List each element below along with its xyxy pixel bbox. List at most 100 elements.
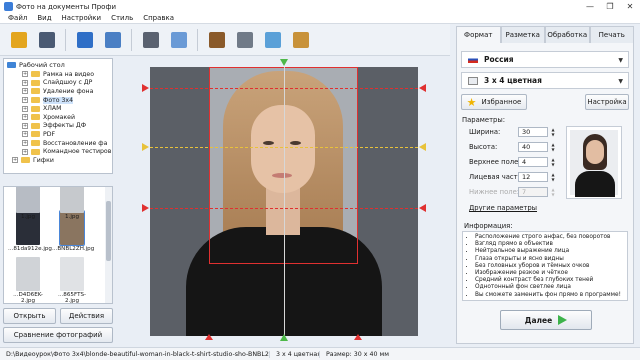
tools-button[interactable] (260, 27, 285, 52)
tree-item[interactable]: + Эффекты ДФ (4, 122, 112, 131)
compare-button[interactable]: Сравнение фотографий (3, 327, 113, 343)
tab-markup[interactable]: Разметка (500, 26, 545, 43)
settings-button[interactable]: Настройка (585, 94, 629, 110)
spinner-arrows-icon[interactable]: ▲ ▼ (550, 172, 556, 182)
print-button[interactable] (72, 27, 97, 52)
tree-root-label: Рабочий стол (19, 60, 65, 69)
expand-icon[interactable]: + (12, 157, 18, 164)
frame-arrow-right[interactable] (354, 334, 362, 340)
tree-item-label: Восстановление фа (43, 139, 108, 147)
expand-icon[interactable]: + (22, 79, 28, 86)
tree-item[interactable]: + Гифки (4, 156, 112, 165)
thumbnail-scrollbar[interactable] (105, 187, 112, 303)
image-edit-button[interactable] (166, 27, 191, 52)
tree-item[interactable]: + Слайдшоу с ДР (4, 79, 112, 88)
chin-guide-line[interactable] (150, 208, 418, 209)
tree-item[interactable]: + Фото 3х4 (4, 96, 112, 105)
actions-button[interactable]: Действия (60, 308, 113, 324)
tree-item[interactable]: + ХЛАМ (4, 104, 112, 113)
camera-icon (142, 31, 159, 48)
chin-guide-arrow-left[interactable] (142, 204, 149, 212)
format-select[interactable]: 3 x 4 цветная ▼ (461, 72, 629, 89)
expand-icon[interactable]: + (22, 140, 28, 147)
film-button[interactable] (232, 27, 257, 52)
folder-icon (31, 97, 40, 104)
folder-tree[interactable]: Рабочий стол + Рамка на видео + Слайдшоу с … (3, 58, 113, 174)
spinner-arrows-icon[interactable]: ▲ ▼ (550, 142, 556, 152)
eye-guide-arrow-left[interactable] (142, 143, 149, 151)
top-guide-arrow-right[interactable] (419, 84, 426, 92)
menu-help[interactable]: Справка (138, 14, 179, 22)
folder-icon (31, 88, 40, 95)
expand-icon[interactable]: + (22, 122, 28, 129)
thumbnail[interactable]: 1.jpg (52, 187, 92, 220)
film-icon (236, 31, 253, 48)
param-input[interactable]: 30 (518, 127, 548, 137)
info-title: Информация: (464, 222, 513, 230)
expand-icon[interactable]: + (22, 88, 28, 95)
box-button[interactable] (288, 27, 313, 52)
maximize-button[interactable]: ❐ (600, 0, 620, 13)
thumbnail-list[interactable]: ...865FTS-2.jpg ...D4D6EK-2.jpg ...BNBL2ZH… (3, 186, 113, 304)
thumbnail[interactable]: 1.jpg (8, 187, 48, 220)
param-input[interactable]: 12 (518, 172, 548, 182)
menu-view[interactable]: Вид (32, 14, 56, 22)
top-guide-line[interactable] (150, 88, 418, 89)
open-folder-button[interactable] (6, 27, 31, 52)
spinner-arrows-icon[interactable]: ▲ ▼ (550, 157, 556, 167)
center-arrow-top[interactable] (280, 59, 288, 66)
menu-settings[interactable]: Настройки (57, 14, 107, 22)
frame-arrow-left[interactable] (205, 334, 213, 340)
tools-icon (264, 31, 281, 48)
spinner-arrows-icon[interactable]: ▲ ▼ (550, 127, 556, 137)
user-icon (104, 31, 121, 48)
tree-item-label: PDF (43, 130, 56, 138)
tab-print[interactable]: Печать (589, 26, 634, 43)
favorites-button[interactable]: ★ Избранное (461, 94, 527, 110)
chin-guide-arrow-right[interactable] (419, 204, 426, 212)
expand-icon[interactable]: + (22, 114, 28, 121)
tree-item[interactable]: + PDF (4, 130, 112, 139)
book-button[interactable] (204, 27, 229, 52)
tree-item[interactable]: + Командное тестиров (4, 147, 112, 156)
status-format: 3 x 4 цветная (270, 350, 320, 358)
expand-icon[interactable]: + (22, 105, 28, 112)
thumbnail-image (16, 257, 40, 291)
eye-guide-line[interactable] (150, 147, 418, 148)
expand-icon[interactable]: + (22, 71, 28, 78)
user-button[interactable] (100, 27, 125, 52)
param-label: Высота: (469, 143, 498, 151)
print-icon (76, 31, 93, 48)
tree-item[interactable]: + Рамка на видео (4, 70, 112, 79)
thumbnail[interactable]: ...865FTS-2.jpg (52, 257, 92, 303)
other-params-link[interactable]: Другие параметры (469, 204, 537, 212)
param-input[interactable]: 4 (518, 157, 548, 167)
folder-icon (31, 148, 40, 155)
next-button[interactable]: Далее (500, 310, 592, 330)
tab-format[interactable]: Формат (456, 26, 501, 43)
tab-processing[interactable]: Обработка (545, 26, 590, 43)
eye-guide-arrow-right[interactable] (419, 143, 426, 151)
country-select[interactable]: Россия ▼ (461, 51, 629, 68)
save-button[interactable] (34, 27, 59, 52)
center-arrow-bottom[interactable] (280, 334, 288, 341)
tree-root[interactable]: Рабочий стол (4, 59, 112, 70)
open-button[interactable]: Открыть (3, 308, 56, 324)
tree-item[interactable]: + Восстановление фа (4, 139, 112, 148)
expand-icon[interactable]: + (22, 148, 28, 155)
param-input[interactable]: 40 (518, 142, 548, 152)
expand-icon[interactable]: + (22, 97, 28, 104)
minimize-button[interactable]: — (580, 0, 600, 13)
thumbnail[interactable]: ...D4D6EK-2.jpg (8, 257, 48, 303)
camera-button[interactable] (138, 27, 163, 52)
thumbnail-label: 1.jpg (65, 214, 79, 220)
folder-icon (31, 79, 40, 86)
tree-item[interactable]: + Удаление фона (4, 87, 112, 96)
close-button[interactable]: ✕ (620, 0, 640, 13)
center-guide (284, 67, 285, 336)
top-guide-arrow-left[interactable] (142, 84, 149, 92)
menu-style[interactable]: Стиль (106, 14, 138, 22)
expand-icon[interactable]: + (22, 131, 28, 138)
menu-file[interactable]: Файл (3, 14, 32, 22)
tree-item[interactable]: + Хромакей (4, 113, 112, 122)
